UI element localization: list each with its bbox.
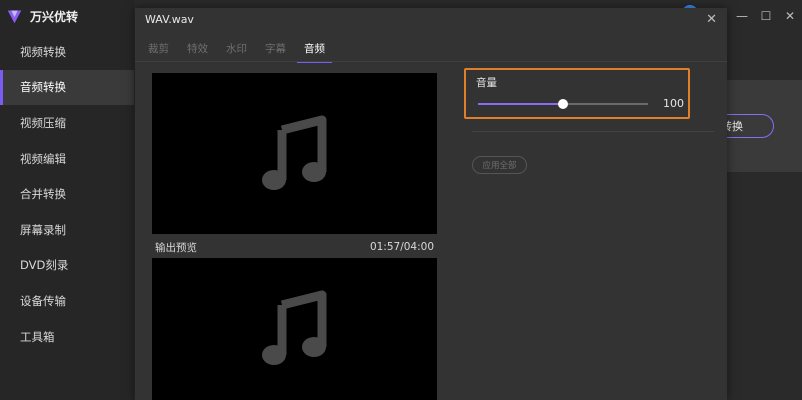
app-window: 万兴优转 视频转换 音频转换 视频压缩 视频编辑 合并转换 屏幕录制 DVD刻录…	[0, 0, 802, 400]
settings-divider	[472, 131, 714, 132]
tab-divider	[135, 61, 727, 62]
output-preview-label: 输出预览	[155, 241, 197, 254]
sidebar-item-label: DVD刻录	[20, 258, 69, 273]
music-note-icon	[261, 115, 326, 190]
dialog-title: WAV.wav	[145, 13, 194, 26]
sidebar-item-merge[interactable]: 合并转换	[0, 176, 134, 212]
sidebar-item-label: 合并转换	[20, 187, 66, 202]
dialog-tabs: 裁剪 特效 水印 字幕 音频	[141, 38, 336, 63]
tab-watermark[interactable]: 水印	[219, 38, 254, 59]
tab-trim[interactable]: 裁剪	[141, 38, 176, 59]
tab-subtitle[interactable]: 字幕	[258, 38, 293, 59]
minimize-icon[interactable]: —	[730, 4, 754, 28]
edit-dialog: WAV.wav ✕ 裁剪 特效 水印 字幕 音频 输出预览 01:57/04:0…	[135, 8, 727, 400]
sidebar-item-video-compress[interactable]: 视频压缩	[0, 105, 134, 141]
sidebar-item-audio-convert[interactable]: 音频转换	[0, 69, 134, 106]
sidebar-item-screen-record[interactable]: 屏幕录制	[0, 212, 134, 248]
apply-all-button[interactable]: 应用全部	[472, 156, 527, 174]
sidebar-item-label: 视频编辑	[20, 151, 66, 166]
tab-audio[interactable]: 音频	[297, 38, 332, 63]
sidebar-item-label: 视频压缩	[20, 115, 66, 130]
output-preview-bar: 输出预览 01:57/04:00	[152, 238, 437, 256]
app-logo-icon	[7, 10, 22, 23]
sidebar-nav: 视频转换 音频转换 视频压缩 视频编辑 合并转换 屏幕录制 DVD刻录 设备传输…	[0, 34, 134, 354]
output-preview	[152, 258, 437, 400]
volume-slider-fill	[478, 103, 563, 105]
maximize-icon[interactable]: ☐	[754, 4, 778, 28]
brand: 万兴优转	[0, 0, 134, 32]
volume-value: 100	[663, 97, 684, 110]
original-preview	[152, 73, 437, 234]
tab-effects[interactable]: 特效	[180, 38, 215, 59]
sidebar-item-label: 屏幕录制	[20, 222, 66, 237]
sidebar-item-dvd-burn[interactable]: DVD刻录	[0, 248, 134, 284]
volume-slider-thumb[interactable]	[558, 99, 568, 109]
volume-panel: 音量 100	[464, 68, 690, 119]
sidebar-item-label: 设备传输	[20, 293, 66, 308]
sidebar-item-label: 音频转换	[20, 80, 66, 95]
sidebar-item-video-convert[interactable]: 视频转换	[0, 34, 134, 70]
volume-label: 音量	[476, 77, 497, 89]
sidebar: 万兴优转 视频转换 音频转换 视频压缩 视频编辑 合并转换 屏幕录制 DVD刻录…	[0, 0, 134, 400]
sidebar-item-toolbox[interactable]: 工具箱	[0, 319, 134, 355]
app-title: 万兴优转	[30, 9, 79, 24]
sidebar-item-device-transfer[interactable]: 设备传输	[0, 283, 134, 319]
sidebar-item-label: 工具箱	[20, 329, 55, 344]
time-display: 01:57/04:00	[369, 241, 434, 253]
sidebar-item-video-edit[interactable]: 视频编辑	[0, 141, 134, 177]
window-close-icon[interactable]: ✕	[778, 4, 802, 28]
volume-slider[interactable]	[478, 99, 648, 109]
close-icon[interactable]: ✕	[706, 12, 717, 27]
music-note-icon	[261, 290, 326, 365]
sidebar-item-label: 视频转换	[20, 44, 66, 59]
